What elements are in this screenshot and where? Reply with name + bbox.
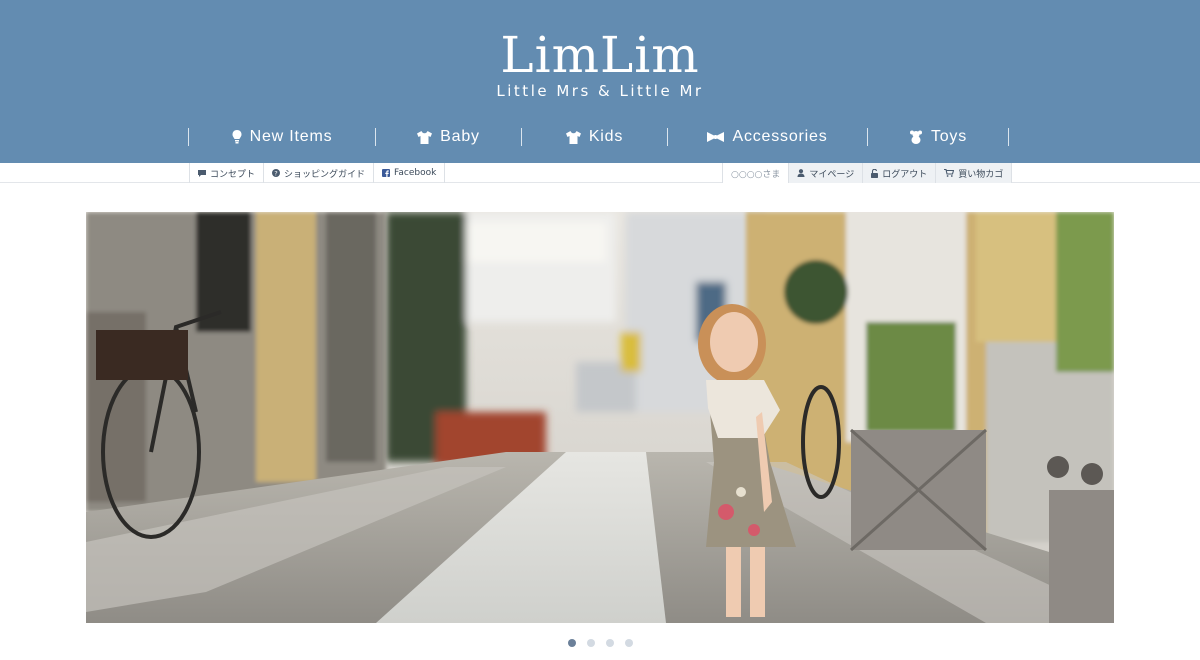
facebook-label: Facebook <box>394 168 437 178</box>
utility-links-left: コンセプト ? ショッピングガイド Facebook <box>189 163 446 183</box>
nav-item-toys[interactable]: Toys <box>868 124 1008 150</box>
logo-wordmark: LimLim <box>500 26 700 84</box>
nav-item-kids[interactable]: Kids <box>522 124 667 150</box>
main-navigation: New Items Baby Kids Accessories Toys <box>188 124 1013 150</box>
my-page-link[interactable]: マイページ <box>788 163 863 183</box>
nav-divider <box>667 128 668 146</box>
concept-label: コンセプト <box>210 169 256 180</box>
site-header: LimLim Little Mrs & Little Mr New Items … <box>0 0 1200 163</box>
greeting-label: ○○○○さま <box>731 169 781 180</box>
hero-slideshow[interactable] <box>86 212 1114 623</box>
logout-link[interactable]: ログアウト <box>862 163 936 183</box>
nav-divider <box>521 128 522 146</box>
hero-image <box>86 212 1114 623</box>
facebook-link[interactable]: Facebook <box>373 163 446 183</box>
utility-links-right: ○○○○さま マイページ ログアウト 買い物カゴ <box>722 163 1013 183</box>
teddy-bear-icon <box>909 130 923 144</box>
logout-label: ログアウト <box>882 169 928 180</box>
chat-icon <box>198 169 206 177</box>
lightbulb-icon <box>232 130 242 144</box>
slide-dot-3[interactable] <box>605 639 614 647</box>
svg-text:?: ? <box>274 169 277 177</box>
utility-bar: コンセプト ? ショッピングガイド Facebook ○○○○さま マイページ <box>0 163 1200 183</box>
cart-link[interactable]: 買い物カゴ <box>935 163 1013 183</box>
user-icon <box>797 169 805 177</box>
nav-item-baby[interactable]: Baby <box>376 124 521 150</box>
tshirt-icon <box>565 130 581 144</box>
logo-tagline: Little Mrs & Little Mr <box>496 82 704 100</box>
facebook-icon <box>382 169 391 177</box>
slide-dot-2[interactable] <box>586 639 595 647</box>
my-page-label: マイページ <box>809 169 855 180</box>
cart-label: 買い物カゴ <box>958 169 1004 180</box>
user-greeting: ○○○○さま <box>722 163 789 183</box>
brand-logo[interactable]: LimLim Little Mrs & Little Mr <box>0 26 1200 100</box>
concept-link[interactable]: コンセプト <box>189 163 263 183</box>
nav-divider <box>1008 128 1009 146</box>
nav-item-label: Accessories <box>732 128 828 145</box>
tshirt-icon <box>417 130 433 144</box>
shopping-guide-link[interactable]: ? ショッピングガイド <box>263 163 373 183</box>
slide-indicators <box>0 639 1200 649</box>
slide-dot-4[interactable] <box>624 639 633 647</box>
question-circle-icon: ? <box>272 169 281 177</box>
nav-item-label: New Items <box>249 128 333 145</box>
nav-item-label: Kids <box>588 128 624 145</box>
nav-item-accessories[interactable]: Accessories <box>668 124 867 150</box>
unlock-icon <box>871 168 879 178</box>
nav-item-new-items[interactable]: New Items <box>189 124 375 150</box>
cart-icon <box>944 169 955 177</box>
ribbon-icon <box>707 131 725 143</box>
nav-item-label: Toys <box>930 128 968 145</box>
nav-item-label: Baby <box>440 128 480 145</box>
nav-divider <box>375 128 376 146</box>
shopping-guide-label: ショッピングガイド <box>284 169 366 180</box>
nav-divider <box>867 128 868 146</box>
slide-dot-1[interactable] <box>567 639 576 647</box>
nav-divider <box>188 128 189 146</box>
